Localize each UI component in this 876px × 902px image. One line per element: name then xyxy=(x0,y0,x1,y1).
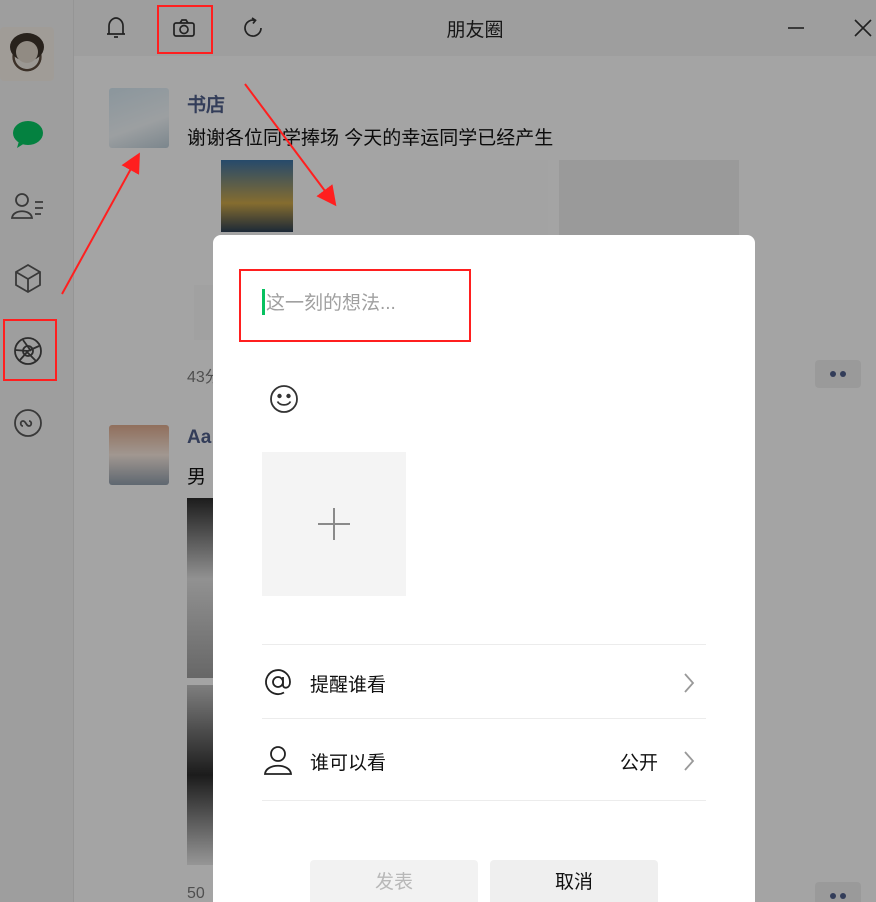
annotation-arrow xyxy=(61,152,140,295)
annotation-arrow xyxy=(244,83,337,207)
annotation-arrows xyxy=(61,83,337,295)
